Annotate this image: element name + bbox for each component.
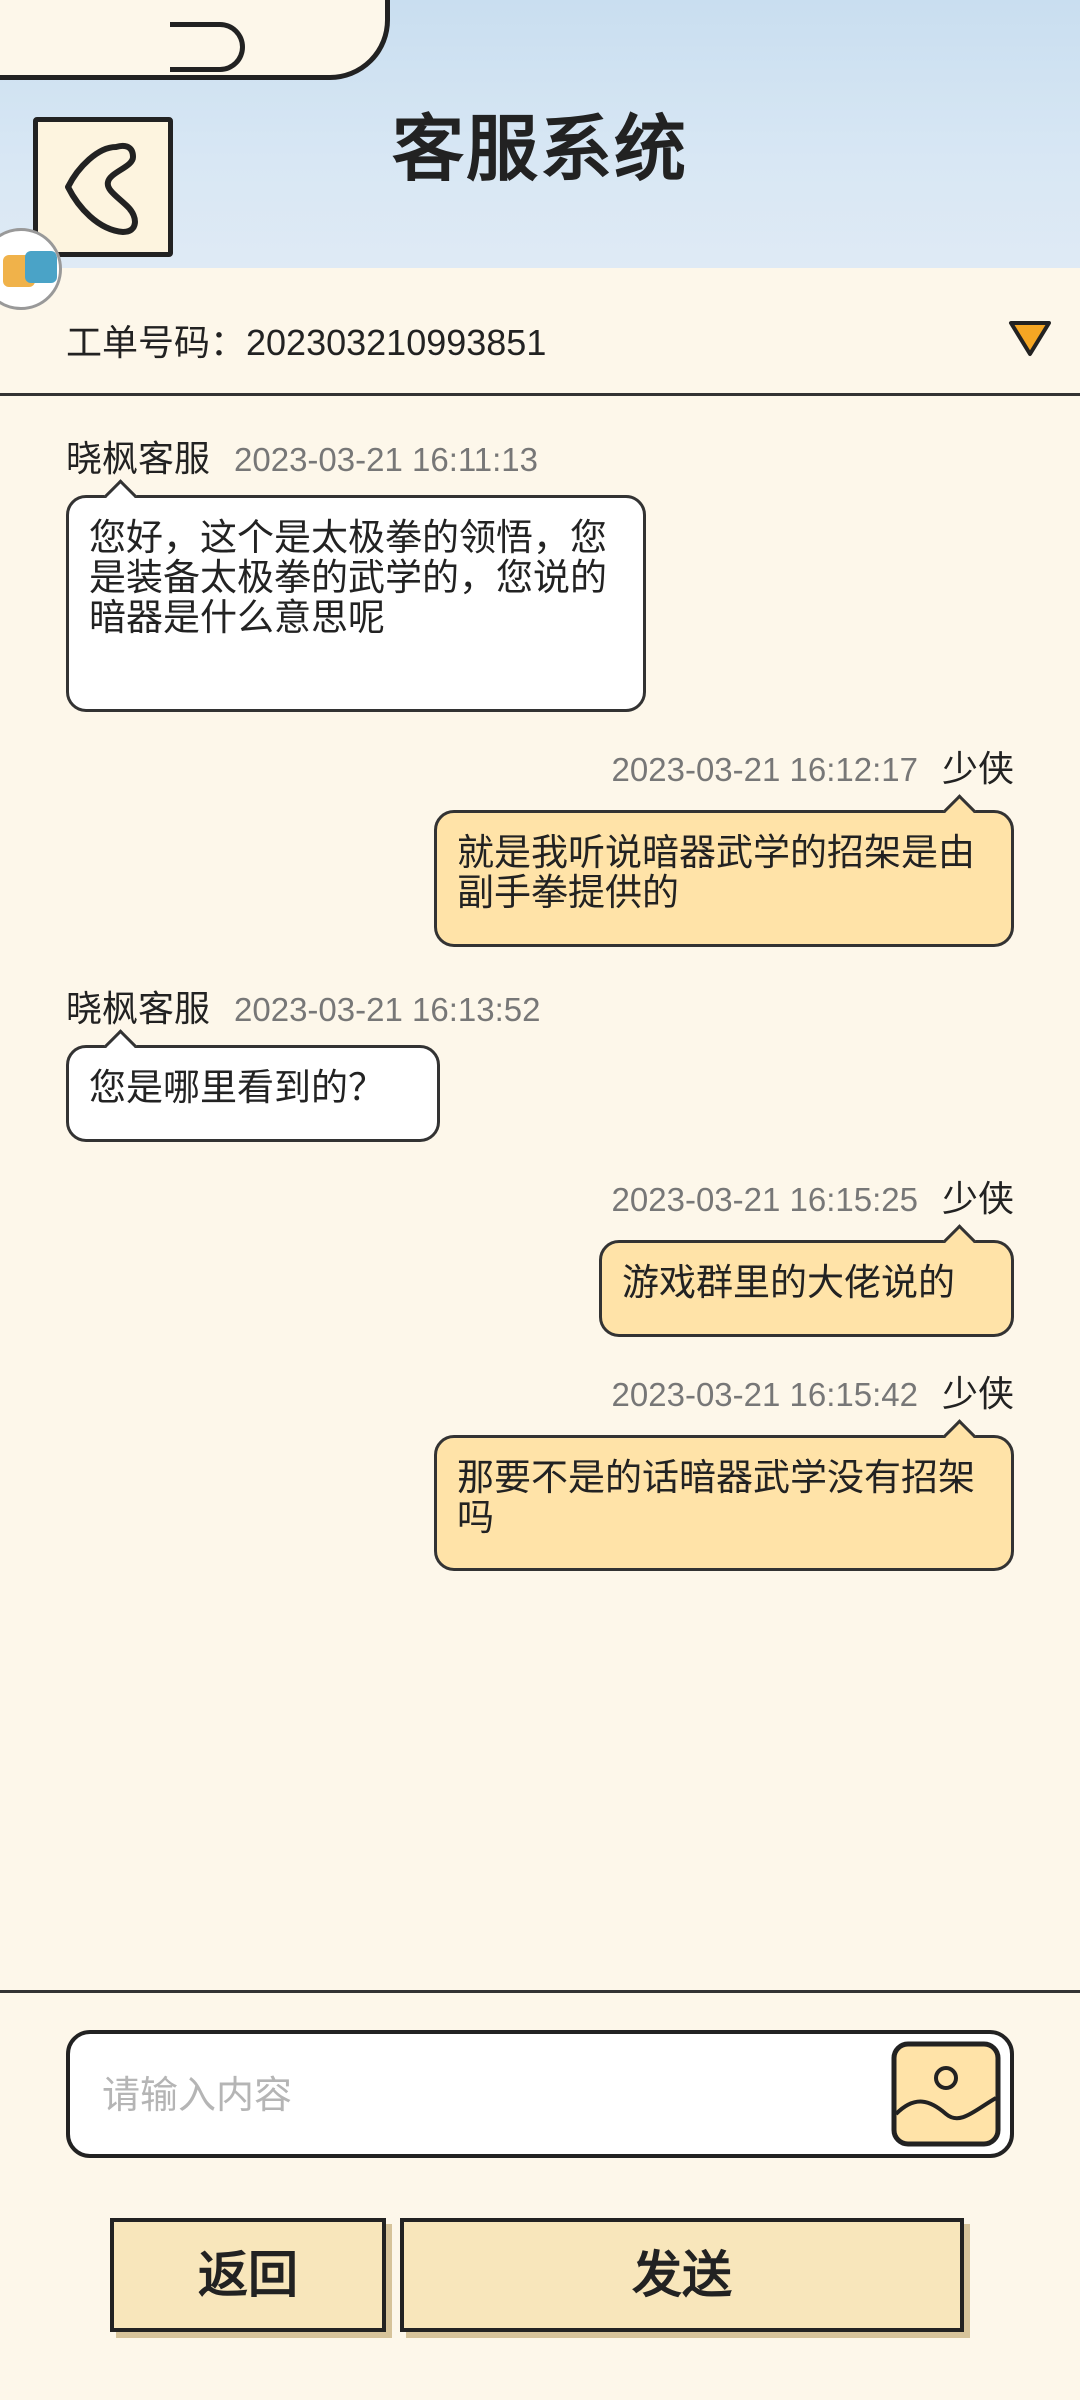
message-timestamp: 2023-03-21 16:12:17	[611, 751, 918, 788]
message-meta: 2023-03-21 16:15:42 少侠	[612, 1365, 1014, 1417]
message-meta: 晓枫客服 2023-03-21 16:11:13	[66, 430, 538, 482]
user-message-bubble: 那要不是的话暗器武学没有招架吗	[434, 1435, 1014, 1571]
image-upload-icon[interactable]	[890, 2040, 1002, 2148]
message-meta: 2023-03-21 16:12:17 少侠	[612, 740, 1014, 792]
user-message-bubble: 游戏群里的大佬说的	[599, 1240, 1014, 1337]
ticket-label: 工单号码：	[66, 323, 247, 364]
message-meta: 晓枫客服 2023-03-21 16:13:52	[66, 980, 540, 1032]
send-button[interactable]: 发送	[400, 2218, 964, 2332]
sender-name: 少侠	[941, 749, 1014, 790]
message-timestamp: 2023-03-21 16:15:25	[611, 1181, 918, 1218]
top-divider	[0, 393, 1080, 396]
ticket-row: 工单号码：202303210993851	[0, 300, 1080, 392]
message-input[interactable]	[100, 2044, 884, 2146]
composer	[66, 2030, 1014, 2158]
message-timestamp: 2023-03-21 16:15:42	[611, 1376, 918, 1413]
ticket-value: 202303210993851	[246, 322, 547, 363]
cloud-curl-decoration	[170, 22, 245, 72]
agent-message-bubble: 您是哪里看到的？	[66, 1045, 440, 1142]
triangle-down-icon[interactable]	[1008, 318, 1052, 358]
header: 客服系统	[0, 0, 1080, 268]
agent-message-bubble: 您好，这个是太极拳的领悟，您是装备太极拳的武学的，您说的暗器是什么意思呢	[66, 495, 646, 712]
message-timestamp: 2023-03-21 16:11:13	[234, 441, 538, 478]
sender-name: 晓枫客服	[66, 989, 211, 1030]
back-action-button[interactable]: 返回	[110, 2218, 386, 2332]
bottom-divider	[0, 1990, 1080, 1993]
sender-name: 少侠	[941, 1374, 1014, 1415]
user-message-bubble: 就是我听说暗器武学的招架是由副手拳提供的	[434, 810, 1014, 947]
message-meta: 2023-03-21 16:15:25 少侠	[612, 1170, 1014, 1222]
page-title: 客服系统	[391, 107, 688, 191]
message-timestamp: 2023-03-21 16:13:52	[234, 991, 541, 1028]
chat-widget-icon-part	[25, 251, 57, 283]
sender-name: 少侠	[941, 1179, 1014, 1220]
sender-name: 晓枫客服	[66, 439, 211, 480]
ticket-number: 工单号码：202303210993851	[66, 314, 546, 366]
